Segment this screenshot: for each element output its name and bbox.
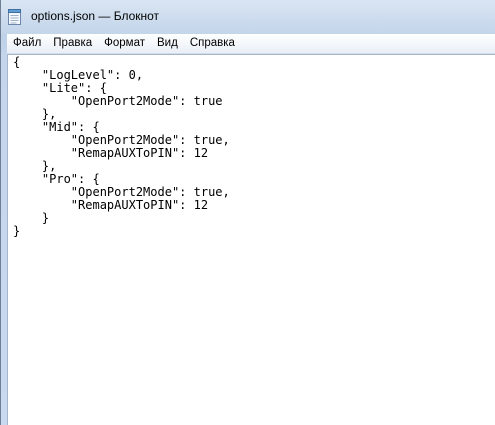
notepad-window: options.json — Блокнот Файл Правка Форма…: [0, 0, 495, 425]
menu-edit[interactable]: Правка: [47, 34, 98, 53]
window-title: options.json — Блокнот: [31, 9, 160, 23]
menu-file[interactable]: Файл: [7, 34, 47, 53]
title-bar[interactable]: options.json — Блокнот: [1, 0, 495, 34]
menu-help[interactable]: Справка: [184, 34, 241, 53]
menu-view[interactable]: Вид: [151, 34, 184, 53]
text-editor[interactable]: { "LogLevel": 0, "Lite": { "OpenPort2Mod…: [7, 54, 495, 425]
notepad-icon[interactable]: [8, 9, 21, 25]
menu-bar: Файл Правка Формат Вид Справка: [7, 34, 495, 54]
editor-content[interactable]: { "LogLevel": 0, "Lite": { "OpenPort2Mod…: [13, 56, 230, 238]
menu-format[interactable]: Формат: [98, 34, 151, 53]
